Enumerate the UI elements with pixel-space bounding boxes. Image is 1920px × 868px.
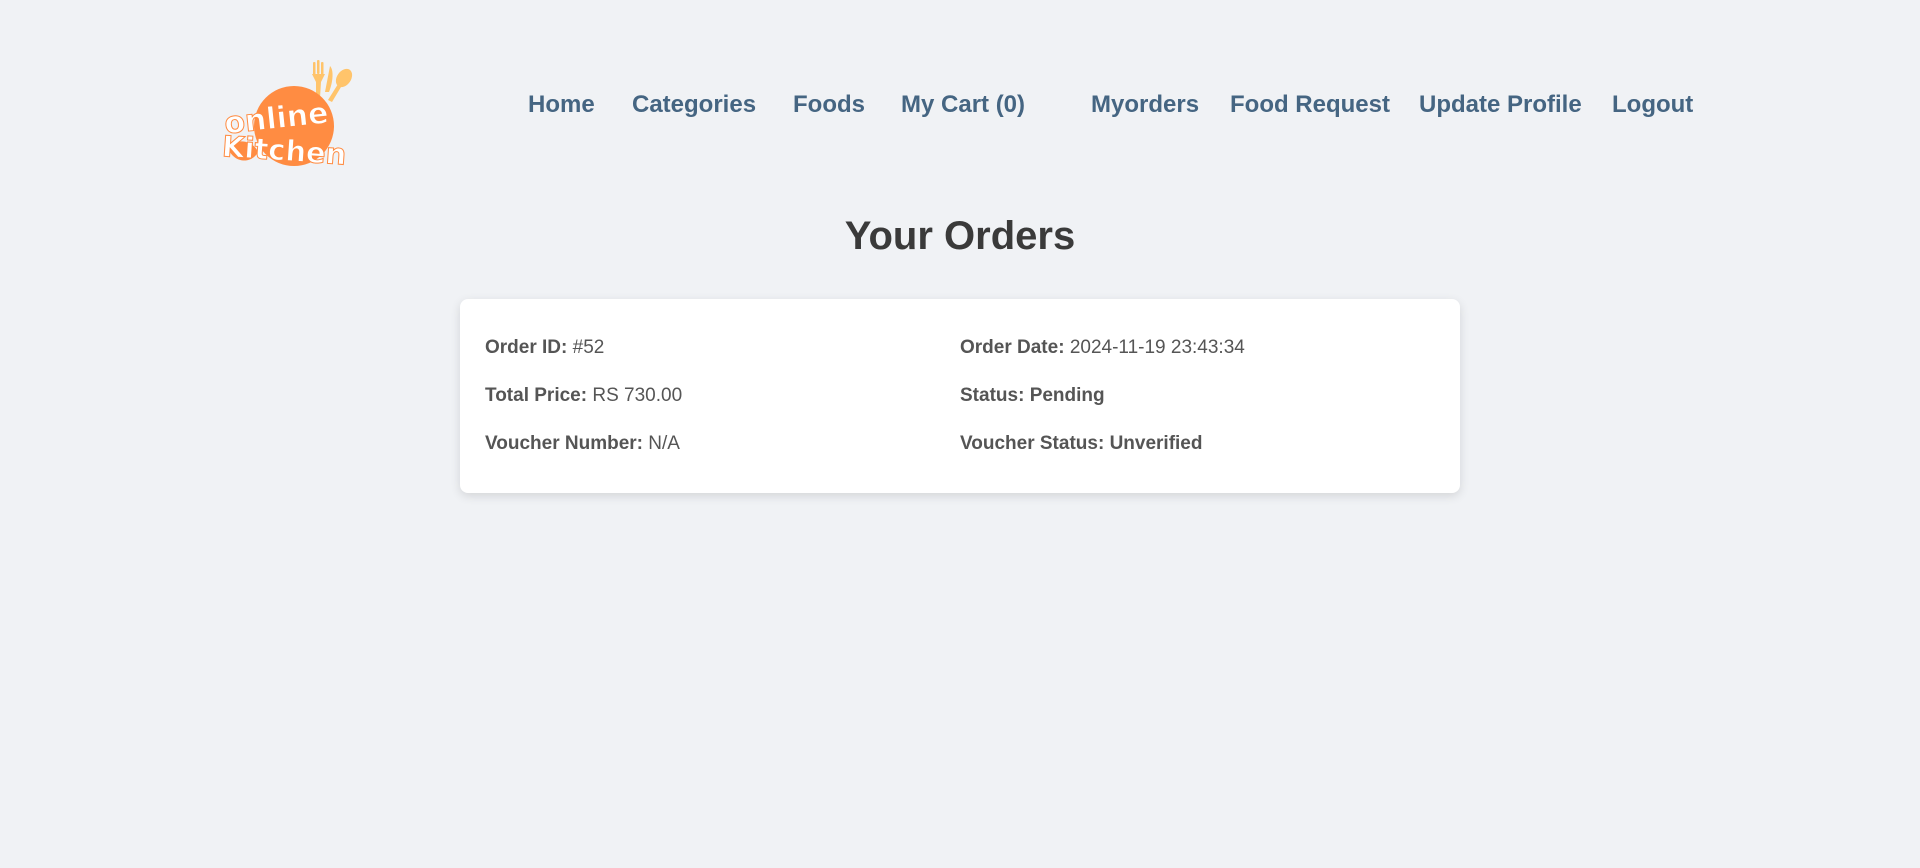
voucher-status-field: Voucher Status: Unverified: [960, 433, 1202, 455]
order-id-field: Order ID: #52: [485, 337, 604, 359]
order-date-field: Order Date: 2024-11-19 23:43:34: [960, 337, 1245, 359]
voucher-number-label: Voucher Number:: [485, 433, 644, 454]
nav-categories[interactable]: Categories: [632, 90, 756, 120]
order-id-label: Order ID:: [485, 337, 568, 358]
voucher-status-label: Voucher Status:: [960, 433, 1105, 454]
nav-update-profile[interactable]: Update Profile: [1419, 90, 1582, 120]
total-price-value: RS 730.00: [592, 385, 683, 406]
nav-food-request[interactable]: Food Request: [1230, 90, 1390, 120]
status-label: Status:: [960, 385, 1025, 406]
nav-my-cart[interactable]: My Cart (0): [901, 90, 1025, 120]
voucher-number-field: Voucher Number: N/A: [485, 433, 680, 455]
order-date-label: Order Date:: [960, 337, 1065, 358]
nav-myorders[interactable]: Myorders: [1091, 90, 1199, 120]
order-card: Order ID: #52 Order Date: 2024-11-19 23:…: [460, 299, 1460, 493]
total-price-field: Total Price: RS 730.00: [485, 385, 682, 407]
total-price-label: Total Price:: [485, 385, 588, 406]
status-field: Status: Pending: [960, 385, 1105, 407]
main-nav: Home Categories Foods My Cart (0) Myorde…: [0, 90, 1920, 120]
order-id-value: #52: [572, 337, 605, 358]
voucher-number-value: N/A: [648, 433, 680, 454]
order-date-value: 2024-11-19 23:43:34: [1069, 337, 1245, 358]
status-value: Pending: [1029, 385, 1105, 406]
nav-logout[interactable]: Logout: [1612, 90, 1693, 120]
page-title: Your Orders: [844, 214, 1076, 258]
site-header: online Kitchen Home Categories Foods My …: [0, 0, 1920, 180]
nav-home[interactable]: Home: [528, 90, 595, 120]
nav-foods[interactable]: Foods: [793, 90, 865, 120]
voucher-status-value: Unverified: [1109, 433, 1203, 454]
